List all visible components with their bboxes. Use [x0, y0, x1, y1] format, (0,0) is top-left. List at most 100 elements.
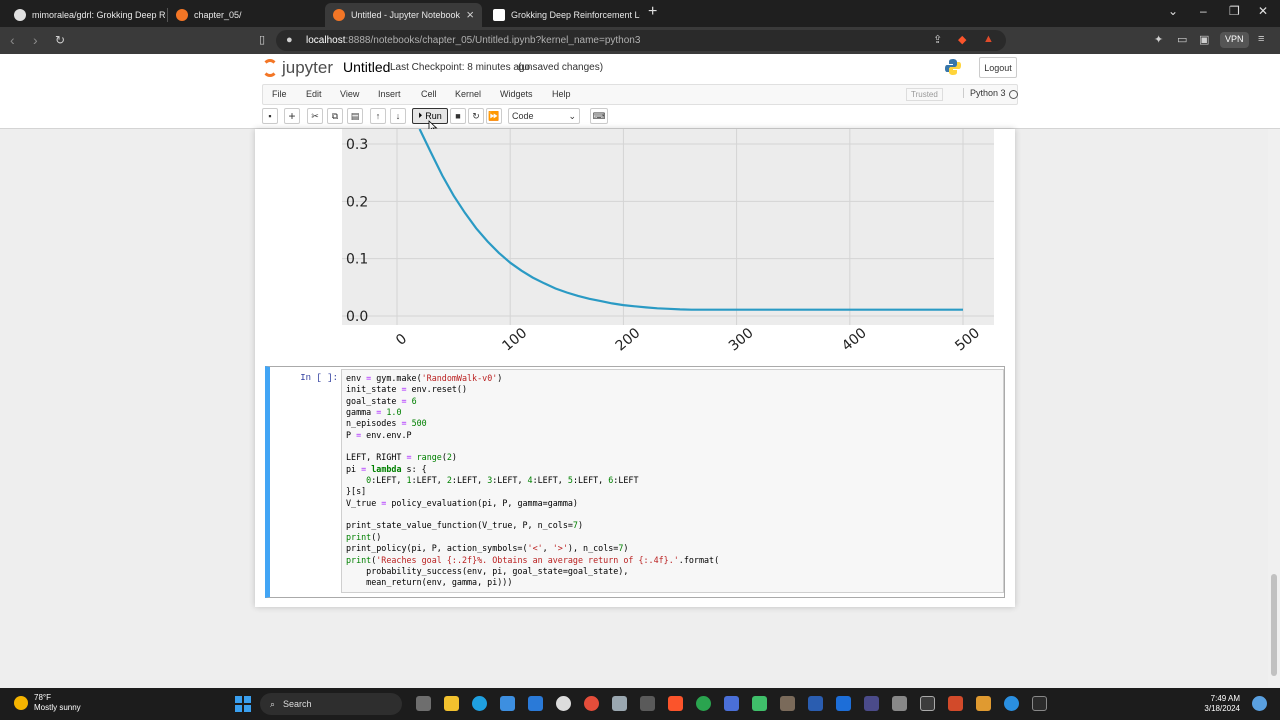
kernel-name: Python 3: [963, 88, 1006, 98]
browser-tab-active[interactable]: Untitled - Jupyter Notebook ×: [325, 3, 482, 27]
code-editor[interactable]: env = gym.make('RandomWalk-v0') init_stat…: [341, 369, 1004, 593]
vscode-icon[interactable]: [1004, 696, 1019, 711]
xbox-icon[interactable]: [696, 696, 711, 711]
sun-icon: [14, 696, 28, 710]
code-line: mean_return(env, gamma, pi))): [346, 577, 513, 588]
edge-icon[interactable]: [472, 696, 487, 711]
outlook-icon[interactable]: [836, 696, 851, 711]
unity-icon[interactable]: [892, 696, 907, 711]
clipboard-app-icon[interactable]: [640, 696, 655, 711]
menu-help[interactable]: Help: [552, 89, 571, 99]
menu-file[interactable]: File: [272, 89, 287, 99]
browser-tab[interactable]: Grokking Deep Reinforcement Learn: [485, 3, 640, 27]
insert-cell-icon[interactable]: +: [284, 108, 300, 124]
photos-icon[interactable]: [752, 696, 767, 711]
jupyter-app-icon[interactable]: [976, 696, 991, 711]
browser-tab[interactable]: mimoralea/gdrl: Grokking Deep Rein: [6, 3, 166, 27]
cell-type-select[interactable]: Code ⌄: [508, 108, 580, 124]
chrome-icon[interactable]: [584, 696, 599, 711]
github-icon: [14, 9, 26, 21]
store-icon[interactable]: [500, 696, 515, 711]
alien-app-icon[interactable]: [556, 696, 571, 711]
interrupt-icon[interactable]: ■: [450, 108, 466, 124]
share-icon[interactable]: ⇪: [933, 33, 942, 46]
jupyter-logo[interactable]: jupyter: [262, 58, 333, 78]
output-line-chart: 0.00.10.20.3 0 100 200 300 400 500: [340, 129, 996, 357]
code-line: pi = lambda s: {: [346, 463, 427, 474]
copilot-icon[interactable]: [1252, 696, 1267, 711]
brave-rewards-icon[interactable]: ▲: [983, 33, 994, 45]
search-label: Search: [283, 699, 312, 709]
restore-icon[interactable]: ❐: [1229, 4, 1240, 18]
sidebar-icon[interactable]: ▭: [1177, 33, 1187, 46]
brave-shield-icon[interactable]: ◆: [958, 33, 966, 46]
close-window-icon[interactable]: ✕: [1258, 4, 1268, 18]
restart-icon[interactable]: ↻: [468, 108, 484, 124]
taskbar-search[interactable]: ⌕ Search: [260, 693, 402, 715]
terminal-icon[interactable]: [1032, 696, 1047, 711]
jupyter-logo-text: jupyter: [282, 58, 334, 77]
task-view-icon[interactable]: [416, 696, 431, 711]
y-tick-label: 0.3: [346, 137, 368, 153]
keyboard-icon[interactable]: ⌨: [590, 108, 608, 124]
scrollbar-thumb[interactable]: [1271, 574, 1277, 676]
reload-icon[interactable]: ↻: [55, 33, 65, 47]
copy-icon[interactable]: ⧉: [327, 108, 343, 124]
system-clock[interactable]: 7:49 AM 3/18/2024: [1196, 694, 1240, 714]
bookmark-icon[interactable]: ▯: [259, 33, 265, 46]
menu-view[interactable]: View: [340, 89, 359, 99]
address-bar[interactable]: ● localhost:8888/notebooks/chapter_05/Un…: [276, 30, 1006, 51]
move-down-icon[interactable]: ↓: [390, 108, 406, 124]
paste-icon[interactable]: ▤: [347, 108, 363, 124]
browser-tab[interactable]: chapter_05/: [168, 3, 318, 27]
kernel-status-icon: [1009, 90, 1018, 99]
code-line: gamma = 1.0: [346, 407, 402, 418]
minimize-icon[interactable]: –: [1200, 4, 1207, 18]
windows-start-icon[interactable]: [235, 696, 251, 712]
move-up-icon[interactable]: ↑: [370, 108, 386, 124]
trusted-indicator[interactable]: Trusted: [906, 88, 943, 101]
extensions-icon[interactable]: ✦: [1154, 33, 1163, 46]
settings-app-icon[interactable]: [808, 696, 823, 711]
page-scrollbar[interactable]: [1268, 129, 1280, 687]
menu-insert[interactable]: Insert: [378, 89, 401, 99]
taskbar: 78°F Mostly sunny ⌕ Search 7:49 AM 3/18/…: [0, 688, 1280, 720]
brave-icon[interactable]: [668, 696, 683, 711]
info-icon[interactable]: ●: [286, 34, 293, 46]
github-desktop-icon[interactable]: [920, 696, 935, 711]
code-cell[interactable]: In [ ]: env = gym.make('RandomWalk-v0') i…: [265, 366, 1005, 598]
media-icon[interactable]: [780, 696, 795, 711]
new-tab-button[interactable]: +: [648, 3, 657, 21]
autosave-status: (unsaved changes): [518, 62, 604, 73]
forward-icon[interactable]: ›: [33, 32, 38, 48]
menu-icon[interactable]: ≡: [1258, 33, 1264, 45]
cut-icon[interactable]: ✂: [307, 108, 323, 124]
vpn-button[interactable]: VPN: [1220, 32, 1249, 48]
weather-condition: Mostly sunny: [34, 703, 81, 712]
calculator-icon[interactable]: [612, 696, 627, 711]
teams-icon[interactable]: [724, 696, 739, 711]
weather-widget[interactable]: 78°F Mostly sunny: [14, 693, 81, 713]
wallet-icon[interactable]: ▣: [1199, 33, 1209, 46]
git-icon[interactable]: [948, 696, 963, 711]
back-icon[interactable]: ‹: [10, 32, 15, 48]
menu-edit[interactable]: Edit: [306, 89, 322, 99]
fast-forward-icon[interactable]: ⏩: [486, 108, 502, 124]
chevron-down-icon[interactable]: ⌄: [1168, 4, 1178, 18]
visual-studio-icon[interactable]: [864, 696, 879, 711]
close-icon[interactable]: ×: [466, 7, 474, 22]
chevron-down-icon: ⌄: [568, 110, 576, 121]
menu-cell[interactable]: Cell: [421, 89, 437, 99]
menu-kernel[interactable]: Kernel: [455, 89, 481, 99]
logout-button[interactable]: Logout: [979, 57, 1017, 78]
save-icon[interactable]: ▪: [262, 108, 278, 124]
notebook-toolbar: ▪ + ✂ ⧉ ▤ ↑ ↓ ⏵ Run ■ ↻ ⏩ Code ⌄ ⌨: [262, 107, 1018, 127]
mail-icon[interactable]: [528, 696, 543, 711]
code-line: P = env.env.P: [346, 429, 412, 440]
notebook-title[interactable]: Untitled: [343, 59, 390, 75]
file-explorer-icon[interactable]: [444, 696, 459, 711]
menu-widgets[interactable]: Widgets: [500, 89, 533, 99]
browser-tab-strip: mimoralea/gdrl: Grokking Deep Rein chapt…: [0, 0, 1280, 27]
jupyter-favicon-icon: [176, 9, 188, 21]
